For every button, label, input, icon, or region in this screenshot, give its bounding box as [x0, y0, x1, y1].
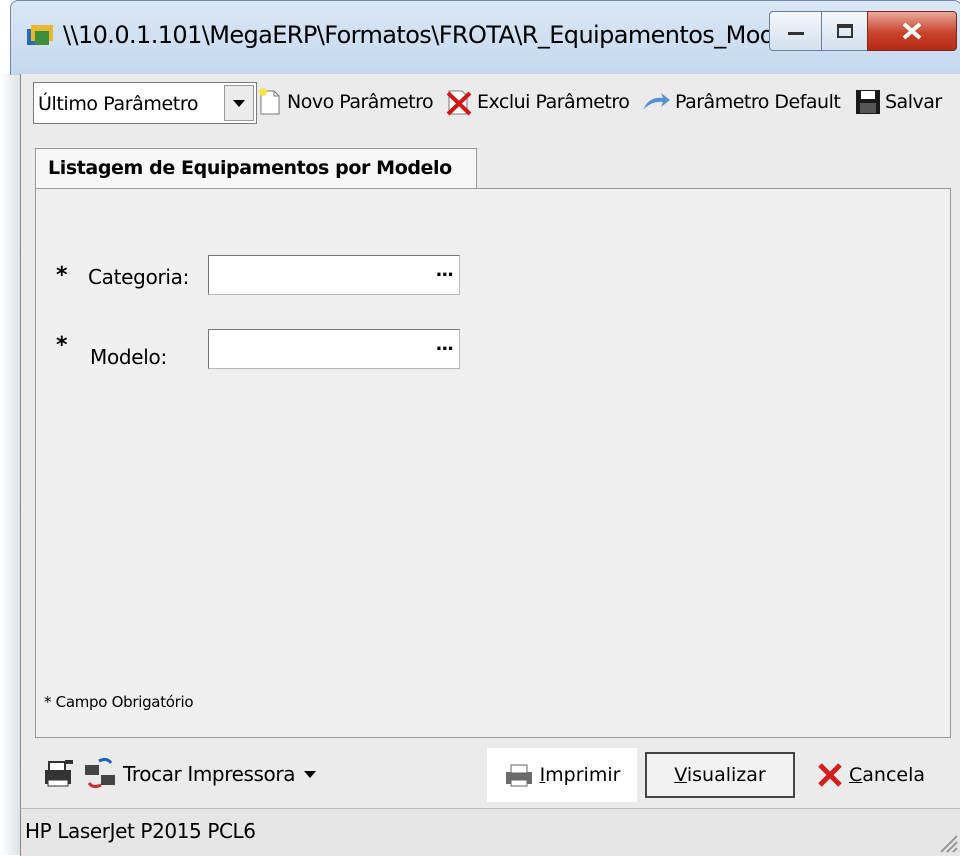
printer-icon	[505, 764, 532, 787]
status-bar: HP LaserJet P2015 PCL6	[20, 808, 960, 856]
categoria-label: Categoria:	[88, 265, 190, 289]
modelo-label: Modelo:	[90, 345, 167, 369]
tab-listagem[interactable]: Listagem de Equipamentos por Modelo	[35, 148, 477, 189]
parameter-select[interactable]: Último Parâmetro	[33, 82, 257, 124]
categoria-lookup-button[interactable]: ...	[435, 260, 453, 281]
default-parameter-label: Parâmetro Default	[675, 91, 841, 113]
floppy-disk-icon	[856, 90, 880, 114]
title-bar[interactable]: \\10.0.1.101\MegaERP\Formatos\FROTA\R_Eq…	[10, 0, 960, 75]
chevron-down-icon[interactable]	[224, 85, 254, 121]
print-label: Imprimir	[540, 764, 621, 786]
modelo-lookup-button[interactable]: ...	[435, 334, 453, 355]
printer-status: HP LaserJet P2015 PCL6	[25, 819, 256, 843]
switch-printer-icon	[85, 757, 115, 789]
print-button[interactable]: Imprimir	[487, 748, 637, 802]
close-icon	[902, 22, 922, 40]
maximize-icon	[837, 24, 853, 38]
new-parameter-button[interactable]: Novo Parâmetro	[257, 84, 434, 120]
chevron-down-icon[interactable]	[303, 769, 317, 779]
required-field-note: * Campo Obrigatório	[44, 693, 194, 711]
required-marker: *	[56, 263, 68, 288]
categoria-field[interactable]: ...	[208, 255, 460, 295]
default-arrow-icon	[643, 93, 670, 110]
preview-button[interactable]: Visualizar	[645, 752, 795, 798]
new-document-icon	[259, 88, 280, 115]
default-parameter-button[interactable]: Parâmetro Default	[641, 84, 841, 120]
minimize-button[interactable]	[769, 11, 823, 51]
parameter-select-value: Último Parâmetro	[38, 93, 199, 115]
printer-settings-icon	[45, 760, 73, 787]
cancel-label-rest: ancela	[862, 764, 926, 786]
cancel-button[interactable]: Cancela	[817, 752, 947, 798]
cancel-label: Cancela	[849, 764, 925, 786]
window-left-edge	[0, 74, 20, 855]
save-label: Salvar	[885, 91, 942, 113]
maximize-button[interactable]	[821, 11, 869, 51]
delete-parameter-label: Exclui Parâmetro	[477, 91, 630, 113]
delete-parameter-button[interactable]: Exclui Parâmetro	[445, 84, 630, 120]
delete-document-icon	[446, 90, 472, 116]
app-icon	[27, 25, 53, 45]
modelo-field[interactable]: ...	[208, 329, 460, 369]
cancel-accelerator: C	[849, 764, 863, 786]
switch-printer-button[interactable]: Trocar Impressora	[41, 756, 317, 792]
save-button[interactable]: Salvar	[855, 84, 942, 120]
report-window: \\10.0.1.101\MegaERP\Formatos\FROTA\R_Eq…	[0, 0, 960, 856]
minimize-icon	[788, 32, 804, 35]
new-parameter-label: Novo Parâmetro	[287, 91, 434, 113]
form-area: Listagem de Equipamentos por Modelo * Ca…	[20, 134, 960, 744]
resize-grip-icon[interactable]	[935, 830, 959, 854]
preview-accelerator: V	[674, 764, 687, 786]
preview-label: Visualizar	[674, 764, 765, 786]
switch-printer-label: Trocar Impressora	[123, 762, 296, 786]
print-label-rest: mprimir	[545, 764, 621, 786]
toolbar: Último Parâmetro Novo Parâmetro Exclui P…	[20, 74, 960, 134]
cancel-x-icon	[818, 763, 842, 787]
required-marker: *	[56, 333, 68, 358]
window-title: \\10.0.1.101\MegaERP\Formatos\FROTA\R_Eq…	[63, 21, 830, 49]
tab-label: Listagem de Equipamentos por Modelo	[48, 157, 452, 179]
action-bar: Trocar Impressora Imprimir Visualizar Ca…	[20, 744, 960, 808]
close-button[interactable]	[867, 11, 957, 51]
tab-panel: * Categoria: ... * Modelo: ... * Campo O…	[35, 188, 951, 738]
preview-label-rest: isualizar	[686, 764, 766, 786]
